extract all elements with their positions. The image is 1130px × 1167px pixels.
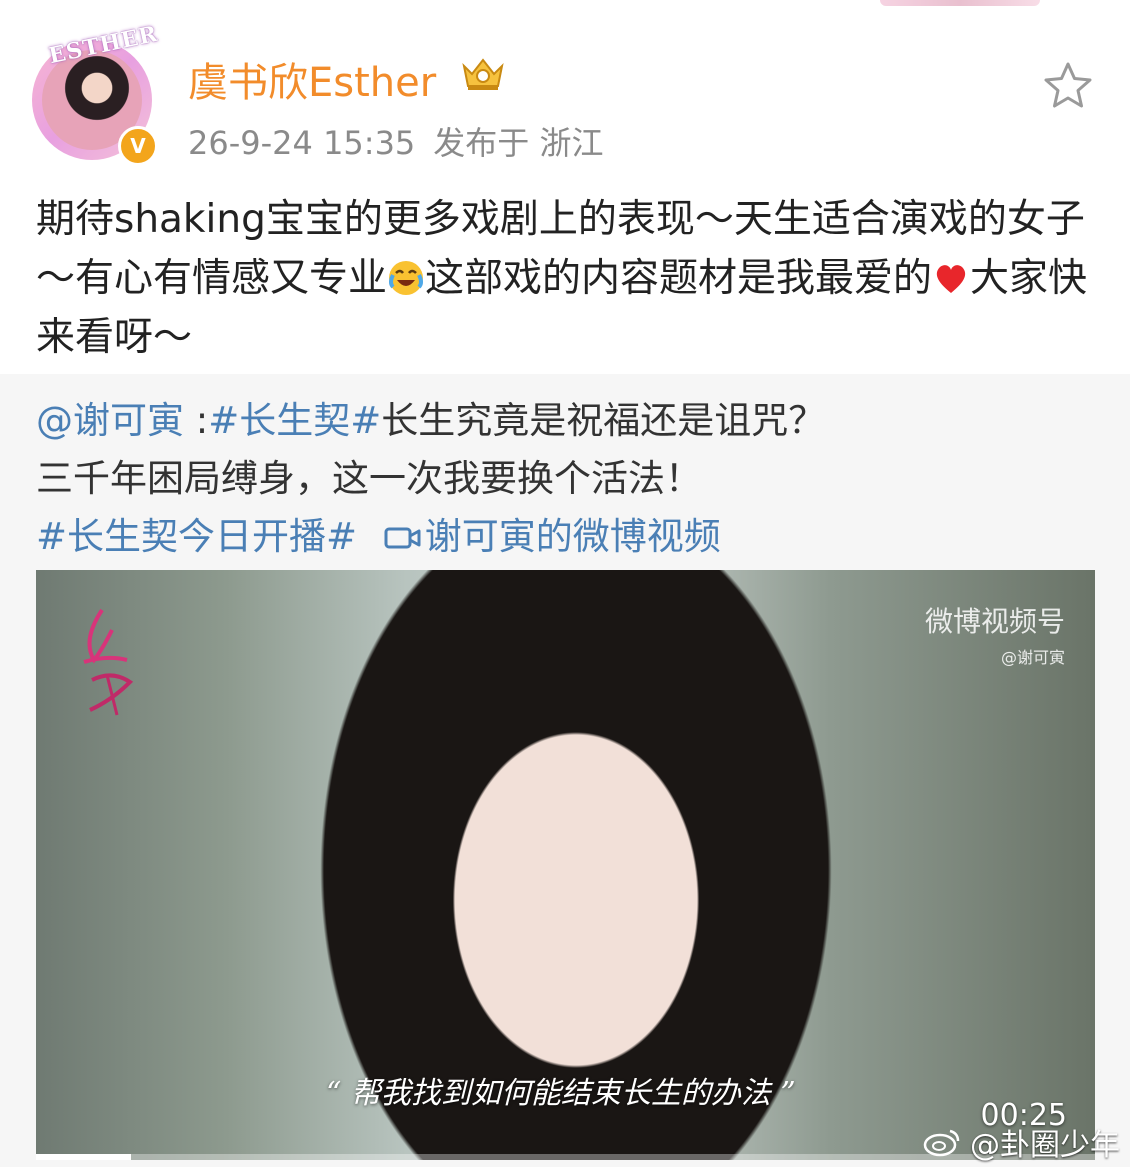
weibo-logo-icon [923,1129,960,1157]
crown-vip-icon[interactable] [458,56,508,92]
hashtag-link[interactable]: #长生契# [208,399,381,442]
star-outline-icon[interactable] [1042,60,1094,112]
post-location: 发布于 浙江 [433,124,604,162]
repost-line1: 长生究竟是祝福还是诅咒？ [381,399,826,442]
video-link[interactable]: 谢可寅的微博视频 [369,515,721,558]
video-subtitle: “ 帮我找到如何能结束长生的办法 ” [326,1076,796,1111]
crying-laughing-emoji [389,261,424,295]
post-text-part2: 这部戏的内容题材是我最爱的 [425,256,933,301]
image-credit: @卦圈少年 [922,1120,1120,1164]
author-name[interactable]: 虞书欣Esther [188,50,436,108]
post-body: 期待shaking宝宝的更多戏剧上的表现～天生适合演戏的女子～有心有情感又专业这… [36,190,1106,367]
video-link-label: 谢可寅的微博视频 [424,515,721,558]
video-progress-fill [36,1154,132,1160]
post-timestamp: 26-9-24 15:35 [188,124,416,162]
video-camera-icon [384,527,421,549]
video-watermark: 微博视频号 @谢可寅 [925,600,1065,668]
mention-separator: : [184,399,209,442]
mention-link[interactable]: @谢可寅 [36,399,184,442]
repost-body: @谢可寅 :#长生契#长生究竟是祝福还是诅咒？ 三千年困局缚身，这一次我要换个活… [36,392,1106,566]
video-player[interactable]: 微博视频号 @谢可寅 “ 帮我找到如何能结束长生的办法 ” 00:25 [36,570,1095,1160]
red-heart-emoji [936,265,966,293]
repost-line2: 三千年困局缚身，这一次我要换个活法！ [36,457,702,500]
verified-v-icon: V [118,126,158,166]
credit-text: @卦圈少年 [970,1128,1120,1163]
drama-title-logo [83,608,134,716]
top-decoration [880,0,1040,6]
watermark-main: 微博视频号 [924,605,1065,638]
author-avatar[interactable]: ESTHER V [28,21,160,166]
post-meta: 26-9-24 15:35 发布于 浙江 [188,118,603,164]
hashtag-link-2[interactable]: #长生契今日开播# [36,515,357,558]
watermark-sub: @谢可寅 [1000,648,1065,667]
